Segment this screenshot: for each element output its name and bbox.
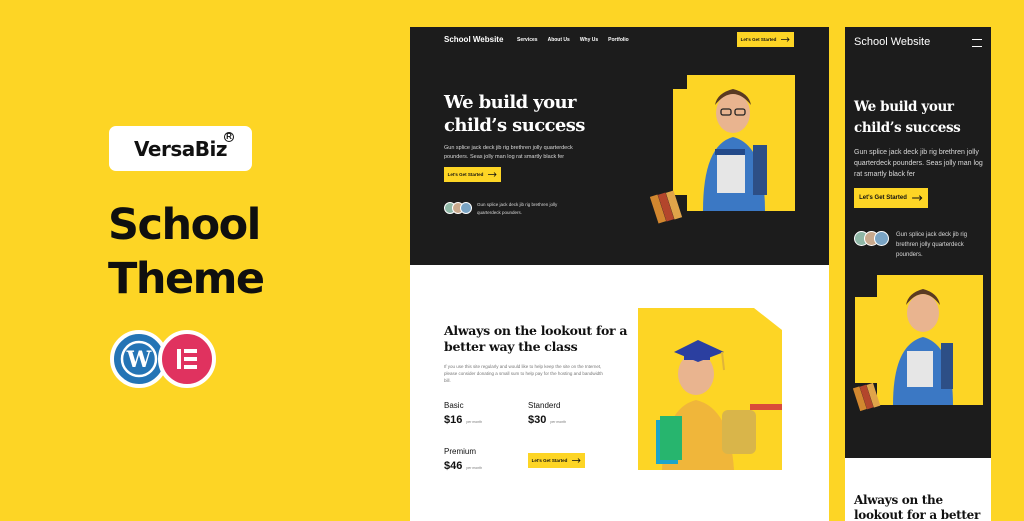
section2-heading: Always on the lookout for a better way t…: [444, 323, 628, 354]
theme-title-line-2: Theme: [108, 254, 265, 304]
section2-text: If you use this site regularly and would…: [444, 364, 603, 383]
plan-name: Premium: [444, 447, 477, 456]
section2-cta-label: Let's Get Started: [531, 458, 568, 463]
avatar: [874, 231, 889, 246]
elementor-icon: [158, 330, 216, 388]
mobile-cta-button[interactable]: Let's Get Started: [854, 188, 928, 208]
arrow-right-icon: [781, 37, 790, 42]
avatar-caption: Gun splice jack deck jib rig brethren jo…: [477, 202, 558, 215]
plan-period: per month: [550, 420, 567, 424]
mobile-books-illustration: [853, 382, 881, 412]
nav-link-services[interactable]: Services: [517, 37, 538, 43]
nav-cta-label: Let's Get Started: [740, 37, 777, 42]
mobile-section2-heading: Always on the lookout for a better way t…: [854, 493, 981, 521]
plan-price: $30: [528, 414, 547, 426]
hero-cta-label: Let's Get Started: [447, 172, 484, 177]
arrow-right-icon: [572, 458, 581, 463]
nav-cta-button[interactable]: Let's Get Started: [737, 32, 794, 47]
graduate-student-photo: [638, 308, 782, 470]
mobile-hero-heading: We build your child’s success: [854, 99, 961, 136]
desktop-mockup: School Website Services About Us Why Us …: [410, 27, 829, 521]
site-logo[interactable]: School Website: [444, 35, 503, 44]
nav-links: Services About Us Why Us Portfolio: [517, 37, 629, 43]
plan-basic: Basic $16 per month: [444, 401, 482, 428]
theme-title: School Theme: [108, 198, 265, 306]
nav-link-portfolio[interactable]: Portfolio: [608, 37, 629, 43]
hero-cta-button[interactable]: Let's Get Started: [444, 167, 501, 182]
plan-period: per month: [466, 420, 483, 424]
avatar-group: [444, 202, 472, 214]
nav-link-why-us[interactable]: Why Us: [580, 37, 598, 43]
hero-section: School Website Services About Us Why Us …: [410, 27, 829, 265]
plan-price: $16: [444, 414, 463, 426]
plan-premium: Premium $46 per month: [444, 447, 482, 474]
mobile-cta-label: Let's Get Started: [859, 195, 907, 201]
plan-period: per month: [466, 466, 483, 470]
hero-text: Gun splice jack deck jib rig brethren jo…: [444, 145, 573, 160]
mobile-hero-text: Gun splice jack deck jib rig brethren jo…: [854, 149, 983, 178]
avatar: [460, 202, 472, 214]
plan-name: Basic: [444, 401, 464, 410]
theme-title-line-1: School: [108, 200, 261, 250]
hero-heading: We build your child’s success: [444, 92, 585, 136]
mobile-avatar-caption: Gun splice jack deck jib rig brethren jo…: [896, 232, 968, 258]
plan-standard: Standerd $30 per month: [528, 401, 566, 428]
mobile-avatar-group: [854, 231, 889, 246]
svg-text:W: W: [126, 347, 152, 373]
mobile-site-logo[interactable]: School Website: [854, 36, 930, 48]
brand-logo: VersaBiz R: [109, 126, 252, 171]
plan-name: Standerd: [528, 401, 561, 410]
books-illustration: [650, 190, 683, 224]
plan-price: $46: [444, 460, 463, 472]
arrow-right-icon: [911, 195, 923, 201]
brand-name: VersaBiz: [134, 136, 227, 161]
nav-link-about[interactable]: About Us: [548, 37, 570, 43]
section2-cta-button[interactable]: Let's Get Started: [528, 453, 585, 468]
mobile-mockup: School Website We build your child’s suc…: [845, 27, 991, 521]
registered-mark: R: [224, 132, 234, 142]
student-photo: [673, 75, 795, 211]
arrow-right-icon: [488, 172, 497, 177]
menu-icon[interactable]: [972, 39, 982, 47]
